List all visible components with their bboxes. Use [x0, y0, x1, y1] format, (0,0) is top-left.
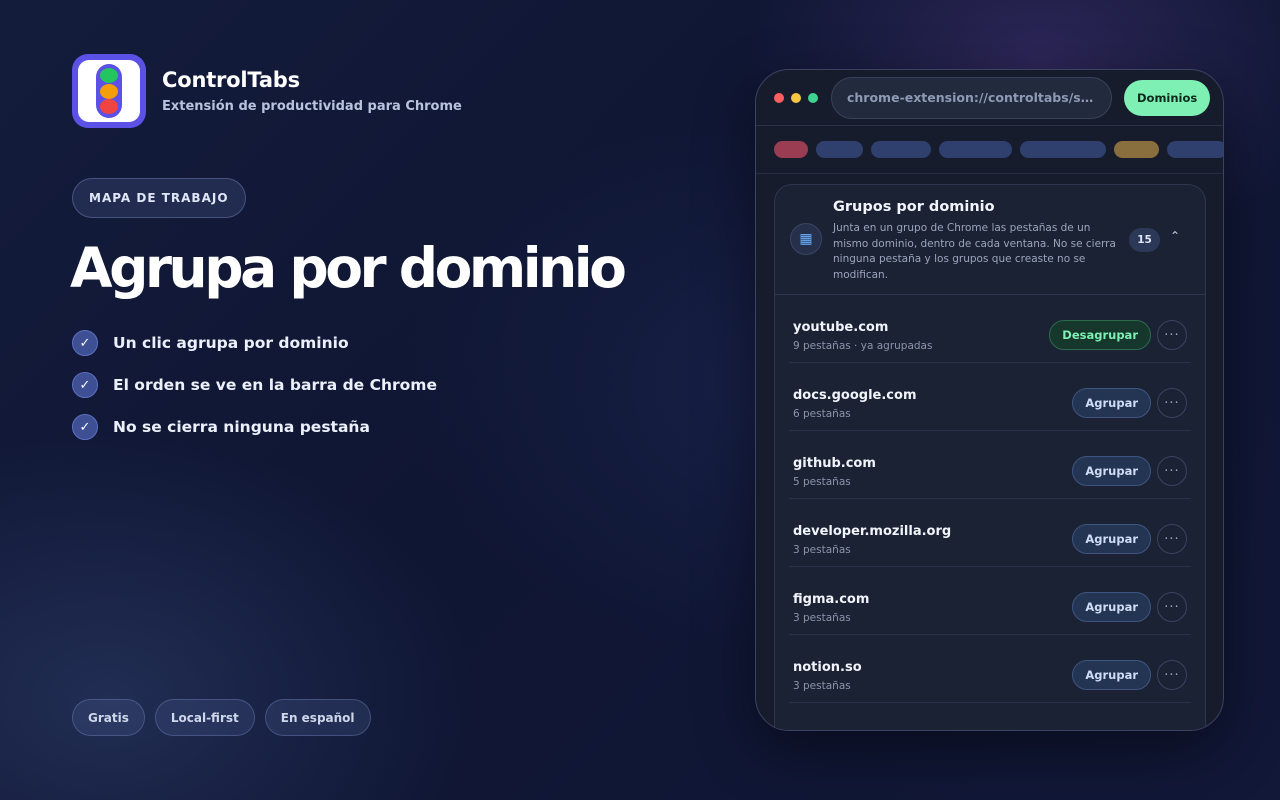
check-icon: ✓ — [72, 372, 98, 398]
domain-row: github.com 5 pestañas Agrupar ··· — [789, 431, 1191, 499]
brand: ControlTabs Extensión de productividad p… — [72, 54, 462, 128]
badge-local-first: Local-first — [154, 699, 255, 736]
panel-header: ▦ Grupos por dominio Junta en un grupo d… — [775, 185, 1205, 295]
eyebrow-badge: MAPA DE TRABAJO — [72, 178, 246, 218]
tab-pill[interactable] — [1020, 141, 1106, 158]
domain-row: notion.so 3 pestañas Agrupar ··· — [789, 635, 1191, 703]
badge-list: Gratis Local-first En español — [72, 699, 371, 736]
red-light — [100, 99, 118, 115]
ungroup-button[interactable]: Desagrupar — [1049, 320, 1151, 350]
group-button[interactable]: Agrupar — [1072, 524, 1151, 554]
panel-title: Grupos por dominio — [833, 199, 995, 215]
domain-row: docs.google.com 6 pestañas Agrupar ··· — [789, 363, 1191, 431]
group-button[interactable]: Agrupar — [1072, 592, 1151, 622]
tab-pill[interactable] — [939, 141, 1012, 158]
grid-icon: ▦ — [790, 223, 822, 255]
traffic-light-icon — [96, 64, 122, 118]
row-domain: docs.google.com — [793, 388, 917, 403]
domain-row: developer.mozilla.org 3 pestañas Agrupar… — [789, 499, 1191, 567]
group-button[interactable]: Agrupar — [1072, 456, 1151, 486]
row-domain: figma.com — [793, 592, 870, 607]
feature-text: Un clic agrupa por dominio — [113, 334, 349, 352]
row-tab-count: 6 pestañas — [793, 408, 851, 420]
group-button[interactable]: Agrupar — [1072, 388, 1151, 418]
feature-item: ✓ Un clic agrupa por dominio — [72, 330, 437, 356]
row-tab-count: 5 pestañas — [793, 476, 851, 488]
feature-item: ✓ No se cierra ninguna pestaña — [72, 414, 437, 440]
domain-row: youtube.com 9 pestañas · ya agrupadas De… — [789, 295, 1191, 363]
panel-description: Junta en un grupo de Chrome las pestañas… — [833, 222, 1116, 281]
page-title: Agrupa por dominio — [70, 236, 627, 300]
address-bar-url: chrome-extension://controltabs/sidepanel — [847, 90, 1096, 105]
chevron-up-icon[interactable]: ⌃ — [1170, 229, 1180, 243]
domain-row-partial — [789, 703, 1191, 730]
tab-pill[interactable] — [774, 141, 808, 158]
row-domain: notion.so — [793, 660, 862, 675]
more-options-icon[interactable]: ··· — [1157, 456, 1187, 486]
tab-pill[interactable] — [1167, 141, 1223, 158]
badge-spanish: En español — [264, 699, 371, 736]
feature-text: El orden se ve en la barra de Chrome — [113, 376, 437, 394]
tab-pill[interactable] — [871, 141, 931, 158]
group-count-badge: 15 — [1129, 228, 1160, 252]
green-light — [100, 67, 118, 83]
tab-strip — [756, 126, 1223, 174]
app-logo-icon — [72, 54, 146, 128]
brand-tagline: Extensión de productividad para Chrome — [162, 99, 462, 114]
minimize-window-dot[interactable] — [791, 92, 801, 103]
more-options-icon[interactable]: ··· — [1157, 388, 1187, 418]
feature-item: ✓ El orden se ve en la barra de Chrome — [72, 372, 437, 398]
more-options-icon[interactable]: ··· — [1157, 592, 1187, 622]
maximize-window-dot[interactable] — [808, 92, 818, 103]
more-options-icon[interactable]: ··· — [1157, 524, 1187, 554]
check-icon: ✓ — [72, 414, 98, 440]
check-icon: ✓ — [72, 330, 98, 356]
row-domain: github.com — [793, 456, 876, 471]
row-tab-count: 9 pestañas · ya agrupadas — [793, 340, 933, 352]
row-domain: developer.mozilla.org — [793, 524, 952, 539]
domains-button[interactable]: Dominios — [1124, 79, 1211, 116]
feature-text: No se cierra ninguna pestaña — [113, 418, 370, 436]
more-options-icon[interactable]: ··· — [1157, 660, 1187, 690]
domain-groups-panel: ▦ Grupos por dominio Junta en un grupo d… — [774, 184, 1206, 730]
browser-window: chrome-extension://controltabs/sidepanel… — [755, 69, 1224, 731]
badge-free: Gratis — [72, 699, 145, 736]
orange-light — [100, 83, 118, 99]
group-button[interactable]: Agrupar — [1072, 660, 1151, 690]
brand-name: ControlTabs — [162, 68, 300, 92]
tab-pill[interactable] — [816, 141, 863, 158]
row-domain: youtube.com — [793, 320, 889, 335]
tab-pill[interactable] — [1114, 141, 1159, 158]
feature-list: ✓ Un clic agrupa por dominio ✓ El orden … — [72, 330, 437, 456]
domain-row: figma.com 3 pestañas Agrupar ··· — [789, 567, 1191, 635]
more-options-icon[interactable]: ··· — [1157, 320, 1187, 350]
close-window-dot[interactable] — [774, 92, 784, 103]
row-tab-count: 3 pestañas — [793, 612, 851, 624]
row-tab-count: 3 pestañas — [793, 544, 851, 556]
address-bar[interactable]: chrome-extension://controltabs/sidepanel — [831, 76, 1112, 119]
row-tab-count: 3 pestañas — [793, 680, 851, 692]
browser-titlebar: chrome-extension://controltabs/sidepanel… — [756, 70, 1223, 126]
